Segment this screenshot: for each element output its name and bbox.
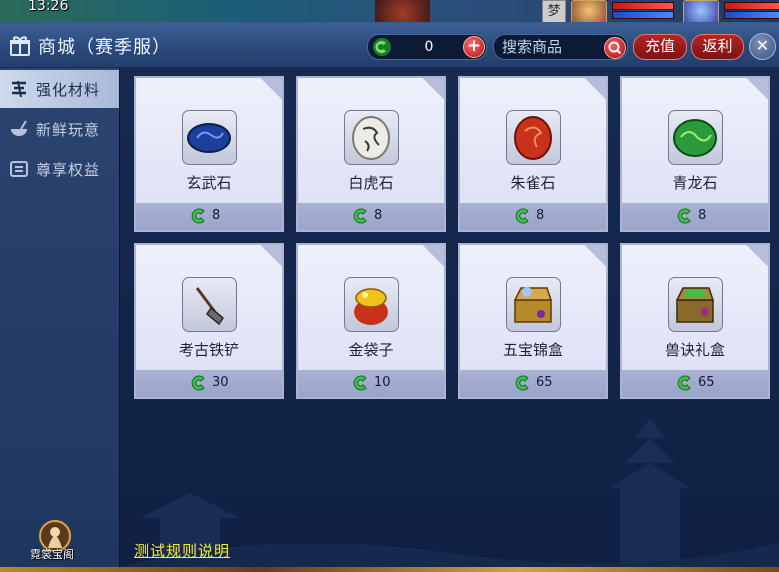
treasure-box-icon [513, 287, 553, 323]
product-name: 玄武石 [186, 174, 232, 192]
sidebar-item-privileges[interactable]: 尊享权益 [0, 150, 119, 188]
qinglong-stone-icon [673, 119, 717, 157]
product-name: 朱雀石 [510, 174, 556, 192]
card-corner-fold [746, 78, 768, 100]
currency-value: 0 [424, 39, 434, 55]
product-price-bar: 8 [622, 203, 768, 230]
product-price-bar: 30 [136, 370, 282, 397]
jade-currency-icon [677, 208, 691, 224]
sidebar-item-label: 尊享权益 [36, 161, 101, 179]
search-icon [608, 41, 622, 55]
product-name: 考古铁铲 [178, 341, 239, 359]
close-button[interactable]: ✕ [749, 33, 776, 60]
hud-pet-mp-bar [612, 11, 674, 19]
product-price: 30 [212, 375, 229, 390]
hud-player-hp-bar [724, 2, 779, 10]
product-price-bar: 8 [136, 203, 282, 230]
jade-currency-icon [515, 208, 529, 224]
product-price-bar: 65 [460, 370, 606, 397]
item-icon-frame [506, 277, 561, 332]
product-price: 65 [536, 375, 553, 390]
zhuque-stone-icon [514, 116, 552, 160]
product-price: 8 [212, 208, 221, 223]
product-card-treasure-box[interactable]: 五宝锦盒 65 [458, 243, 608, 399]
gold-bag-icon [354, 288, 388, 325]
product-card-shovel[interactable]: 考古铁铲 30 [134, 243, 284, 399]
jade-currency-icon [353, 208, 367, 224]
card-corner-fold [422, 245, 444, 267]
search-box [493, 34, 628, 60]
shop-window: 商城（赛季服） 0 + 充值 返利 ✕ [0, 22, 779, 567]
item-icon-frame [668, 110, 723, 165]
product-price-bar: 10 [298, 370, 444, 397]
gift-icon [10, 36, 30, 56]
card-corner-fold [422, 78, 444, 100]
card-corner-fold [584, 78, 606, 100]
jade-currency-icon [515, 375, 529, 391]
jade-currency-icon [373, 38, 391, 56]
item-icon-frame [344, 110, 399, 165]
search-button[interactable] [604, 37, 626, 59]
baihu-stone-icon [352, 116, 390, 160]
item-icon-frame [344, 277, 399, 332]
category-sidebar: 强化材料 新鲜玩意 尊享权益 霓裳宝阁 [0, 68, 120, 567]
card-corner-fold [746, 245, 768, 267]
product-price: 65 [698, 375, 715, 390]
jade-currency-icon [191, 208, 205, 224]
hud-clock: 13:26 [28, 0, 69, 14]
product-name: 兽诀礼盒 [664, 341, 725, 359]
sidebar-item-upgrade-materials[interactable]: 强化材料 [0, 70, 119, 108]
shovel-icon [195, 287, 224, 326]
hud-player-mp-bar [724, 11, 779, 19]
product-price: 8 [374, 208, 383, 223]
product-card-qinglong[interactable]: 青龙石 8 [620, 76, 770, 232]
product-name: 五宝锦盒 [502, 341, 563, 359]
card-corner-fold [260, 78, 282, 100]
item-icon-frame [506, 110, 561, 165]
product-price-bar: 8 [460, 203, 606, 230]
jade-currency-icon [677, 375, 691, 391]
upgrade-icon [12, 80, 26, 98]
hud-pet-hp-bar [612, 2, 674, 10]
product-card-beast-gift-box[interactable]: 兽诀礼盒 65 [620, 243, 770, 399]
product-card-baihu[interactable]: 白虎石 8 [296, 76, 446, 232]
shop-title: 商城（赛季服） [38, 37, 171, 58]
item-icon-frame [668, 277, 723, 332]
product-name: 青龙石 [672, 174, 718, 192]
privilege-icon [10, 161, 28, 177]
product-grid-area: 玄武石 8 白虎石 8 朱雀石 8 青龙石 8 考古铁铲 30 金袋子 10 五… [120, 68, 779, 567]
card-corner-fold [260, 245, 282, 267]
search-input[interactable] [502, 37, 600, 57]
card-corner-fold [584, 245, 606, 267]
product-name: 金袋子 [348, 341, 394, 359]
sidebar-item-novelties[interactable]: 新鲜玩意 [0, 110, 119, 148]
hud-dream-badge[interactable]: 梦 [542, 0, 566, 24]
sidebar-item-label: 新鲜玩意 [36, 121, 101, 139]
product-name: 白虎石 [348, 174, 394, 192]
bowl-icon [11, 120, 27, 136]
product-card-gold-bag[interactable]: 金袋子 10 [296, 243, 446, 399]
product-price-bar: 8 [298, 203, 444, 230]
rules-link[interactable]: 测试规则说明 [134, 540, 230, 561]
product-card-zhuque[interactable]: 朱雀石 8 [458, 76, 608, 232]
sidebar-item-label: 强化材料 [36, 81, 101, 99]
product-price-bar: 65 [622, 370, 768, 397]
shop-titlebar: 商城（赛季服） 0 + 充值 返利 ✕ [0, 23, 779, 67]
xuanwu-stone-icon [187, 123, 231, 153]
product-price: 10 [374, 375, 391, 390]
currency-display: 0 + [367, 34, 487, 60]
item-icon-frame [182, 110, 237, 165]
hud-character-sprite [375, 0, 430, 22]
product-price: 8 [536, 208, 545, 223]
add-currency-button[interactable]: + [463, 36, 485, 58]
rebate-button[interactable]: 返利 [691, 34, 744, 60]
beast-gift-box-icon [675, 287, 715, 323]
recharge-button[interactable]: 充值 [633, 34, 687, 60]
wardrobe-treasure-label: 霓裳宝阁 [30, 548, 74, 561]
product-card-xuanwu[interactable]: 玄武石 8 [134, 76, 284, 232]
jade-currency-icon [191, 375, 205, 391]
item-icon-frame [182, 277, 237, 332]
product-price: 8 [698, 208, 707, 223]
jade-currency-icon [353, 375, 367, 391]
